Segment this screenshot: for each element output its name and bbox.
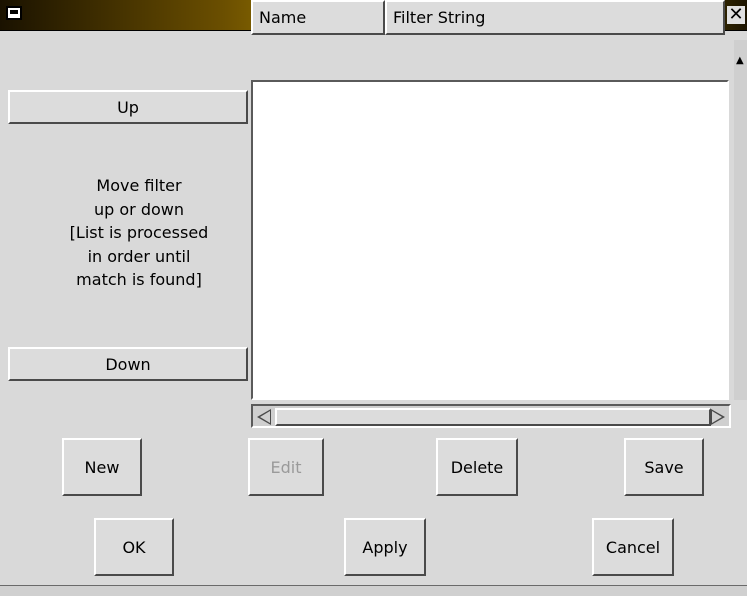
- help-line: match is found]: [76, 270, 202, 289]
- column-header-filter-string[interactable]: Filter String: [385, 0, 725, 35]
- down-button[interactable]: Down: [8, 347, 248, 381]
- apply-button[interactable]: Apply: [344, 518, 426, 576]
- up-button[interactable]: Up: [8, 90, 248, 124]
- cancel-button[interactable]: Cancel: [592, 518, 674, 576]
- move-filter-help: Move filter up or down [List is processe…: [8, 174, 270, 292]
- vertical-scrollbar[interactable]: ▲: [734, 40, 747, 400]
- window-bottom-edge: [0, 585, 747, 596]
- new-button[interactable]: New: [62, 438, 142, 496]
- horizontal-scrollbar[interactable]: [251, 404, 731, 428]
- arrow-right-icon[interactable]: [711, 409, 725, 425]
- scrollbar-thumb[interactable]: [275, 408, 711, 426]
- close-icon[interactable]: ✕: [727, 6, 745, 24]
- edit-button[interactable]: Edit: [248, 438, 324, 496]
- arrow-left-icon[interactable]: [257, 409, 271, 425]
- help-line: up or down: [93, 199, 184, 219]
- save-button[interactable]: Save: [624, 438, 704, 496]
- filter-list[interactable]: [251, 80, 729, 400]
- ok-button[interactable]: OK: [94, 518, 174, 576]
- help-line: Move filter: [96, 176, 182, 195]
- column-header-name[interactable]: Name: [251, 0, 385, 35]
- help-line: [List is processed: [69, 223, 209, 242]
- arrow-up-icon[interactable]: ▲: [736, 56, 746, 66]
- delete-button[interactable]: Delete: [436, 438, 518, 496]
- help-line: in order until: [87, 246, 191, 266]
